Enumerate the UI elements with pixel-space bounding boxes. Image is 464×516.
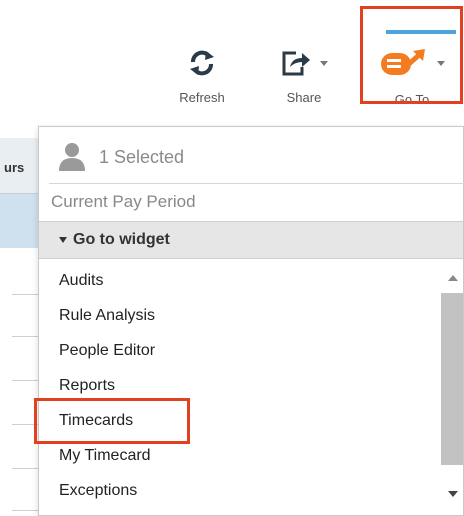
person-icon — [59, 143, 85, 171]
widget-item-my-timecard[interactable]: My Timecard — [59, 439, 419, 473]
share-label: Share — [286, 90, 322, 105]
share-button[interactable]: Share — [268, 32, 340, 112]
goto-highlight-box — [360, 6, 463, 104]
toolbar: Refresh Share Go To — [0, 0, 464, 116]
pay-period-text: Current Pay Period — [51, 192, 196, 211]
caret-down-icon — [59, 237, 67, 243]
list-scrollbar[interactable] — [439, 263, 464, 503]
scroll-up-icon[interactable] — [448, 275, 458, 281]
timecards-highlight-box — [34, 398, 190, 444]
scroll-thumb[interactable] — [441, 293, 463, 465]
share-caret-icon — [320, 60, 328, 66]
widget-section-header[interactable]: Go to widget — [39, 221, 463, 259]
selected-count: 1 Selected — [99, 147, 185, 167]
widget-item-people-editor[interactable]: People Editor — [59, 334, 419, 368]
widget-list: Audits Rule Analysis People Editor Repor… — [39, 263, 439, 516]
goto-dropdown-panel: 1 Selected Current Pay Period Go to widg… — [38, 126, 464, 516]
widget-item-exceptions[interactable]: Exceptions — [59, 474, 419, 508]
background-header-text: urs — [4, 160, 25, 175]
selection-summary: 1 Selected — [39, 127, 463, 183]
scroll-down-icon[interactable] — [448, 491, 458, 497]
widget-item-audits[interactable]: Audits — [59, 264, 419, 298]
refresh-label: Refresh — [179, 90, 225, 105]
refresh-button[interactable]: Refresh — [166, 32, 238, 112]
refresh-icon — [166, 46, 238, 80]
pay-period-row: Current Pay Period — [49, 183, 464, 217]
widget-header-text: Go to widget — [73, 231, 170, 248]
share-icon — [268, 46, 340, 80]
widget-item-rule-analysis[interactable]: Rule Analysis — [59, 299, 419, 333]
